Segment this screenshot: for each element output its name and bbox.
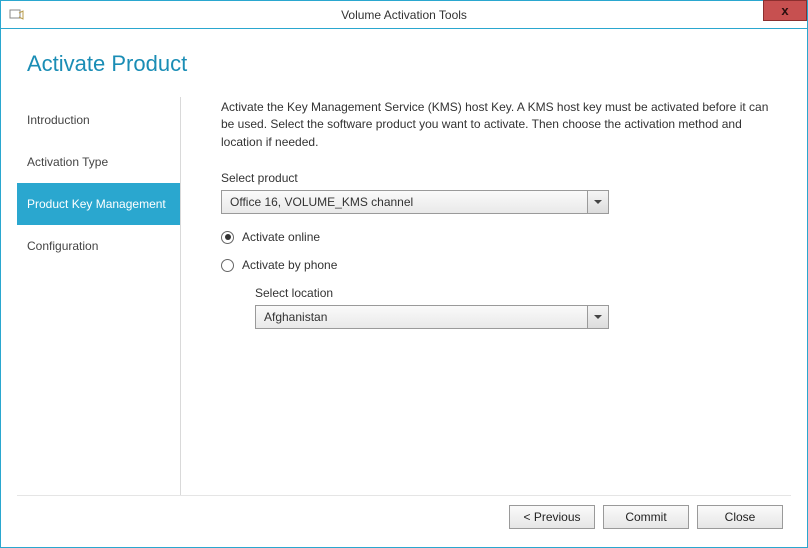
select-product-label: Select product — [221, 171, 777, 185]
app-icon — [9, 7, 25, 23]
main-panel: Activate the Key Management Service (KMS… — [181, 97, 791, 495]
sidebar-item-configuration[interactable]: Configuration — [17, 225, 180, 267]
product-select[interactable]: Office 16, VOLUME_KMS channel — [221, 190, 609, 214]
location-select[interactable]: Afghanistan — [255, 305, 609, 329]
intro-text: Activate the Key Management Service (KMS… — [221, 99, 777, 151]
radio-label: Activate online — [242, 230, 320, 244]
activation-method-group: Activate online Activate by phone — [221, 230, 777, 272]
sidebar-item-product-key-management[interactable]: Product Key Management — [17, 183, 180, 225]
radio-activate-online[interactable]: Activate online — [221, 230, 777, 244]
sidebar-item-label: Activation Type — [27, 155, 108, 169]
radio-icon — [221, 231, 234, 244]
sidebar-item-introduction[interactable]: Introduction — [17, 99, 180, 141]
close-button-footer[interactable]: Close — [697, 505, 783, 529]
titlebar: Volume Activation Tools x — [1, 1, 807, 29]
radio-label: Activate by phone — [242, 258, 337, 272]
footer: < Previous Commit Close — [17, 495, 791, 537]
close-button[interactable]: x — [763, 0, 807, 21]
select-location-label: Select location — [255, 286, 777, 300]
commit-button[interactable]: Commit — [603, 505, 689, 529]
page-title: Activate Product — [27, 51, 791, 77]
previous-button[interactable]: < Previous — [509, 505, 595, 529]
radio-activate-by-phone[interactable]: Activate by phone — [221, 258, 777, 272]
radio-icon — [221, 259, 234, 272]
product-select-toggle[interactable] — [588, 190, 609, 214]
sidebar-item-activation-type[interactable]: Activation Type — [17, 141, 180, 183]
location-select-value: Afghanistan — [255, 305, 588, 329]
sidebar-item-label: Configuration — [27, 239, 98, 253]
content-area: Activate Product Introduction Activation… — [1, 29, 807, 547]
product-select-value: Office 16, VOLUME_KMS channel — [221, 190, 588, 214]
sidebar-item-label: Product Key Management — [27, 197, 166, 211]
close-icon: x — [781, 4, 788, 17]
window-title: Volume Activation Tools — [1, 8, 807, 22]
location-block: Select location Afghanistan — [255, 286, 777, 329]
sidebar-item-label: Introduction — [27, 113, 90, 127]
location-select-toggle[interactable] — [588, 305, 609, 329]
chevron-down-icon — [594, 315, 602, 319]
window-frame: Volume Activation Tools x Activate Produ… — [0, 0, 808, 548]
chevron-down-icon — [594, 200, 602, 204]
sidebar: Introduction Activation Type Product Key… — [17, 97, 181, 495]
